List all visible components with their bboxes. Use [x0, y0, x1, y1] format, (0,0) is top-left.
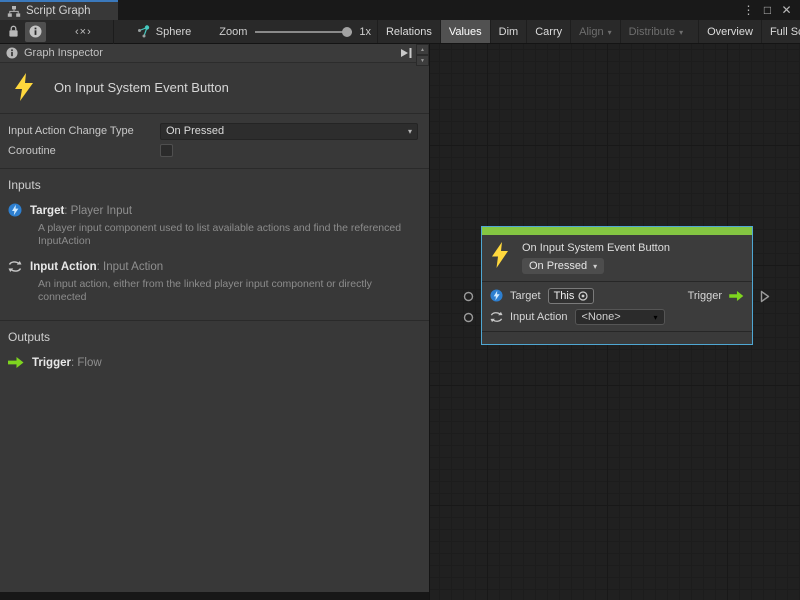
- info-icon: [6, 47, 18, 59]
- tab-script-graph[interactable]: Script Graph: [0, 0, 118, 20]
- chevron-down-icon: ▾: [679, 29, 683, 37]
- graph-context-label: Sphere: [156, 26, 191, 38]
- window-close-icon[interactable]: ✕: [779, 1, 794, 19]
- input-port-target: Target: Player Input A player input comp…: [8, 201, 421, 248]
- port-type: : Flow: [71, 357, 102, 369]
- graph-canvas[interactable]: On Input System Event Button On Pressed …: [430, 44, 800, 600]
- scroll-up-button[interactable]: ▲: [416, 44, 429, 55]
- toolbar-button-distribute[interactable]: Distribute ▾: [620, 20, 691, 43]
- window-menu-icon[interactable]: ⋮: [741, 1, 756, 19]
- node-footer: [482, 332, 752, 344]
- node-row-label: Target: [510, 290, 541, 302]
- node-title: On Input System Event Button: [522, 240, 670, 254]
- trigger-output-port[interactable]: [760, 290, 770, 303]
- zoom-slider-track[interactable]: [255, 31, 352, 33]
- script-graph-window: Script Graph ⋮ □ ✕: [0, 0, 800, 600]
- node-output-label: Trigger: [688, 290, 722, 302]
- node-header[interactable]: On Input System Event Button On Pressed …: [482, 235, 752, 282]
- self-target-icon: [578, 291, 588, 301]
- scroll-down-button[interactable]: ▼: [416, 55, 429, 66]
- toolbar-button-align[interactable]: Align ▾: [570, 20, 619, 43]
- chevron-down-icon: ▾: [608, 29, 612, 37]
- chevron-down-icon: ▾: [593, 263, 597, 271]
- toolbar-button-fullscreen[interactable]: Full Screen: [761, 20, 800, 43]
- node-accent-bar: [482, 227, 752, 235]
- toolbar-button-relations[interactable]: Relations: [377, 20, 440, 43]
- zoom-slider[interactable]: [255, 22, 352, 42]
- scroll-up-icon: ▲: [420, 47, 425, 53]
- node-row-target: Target This Trigger: [490, 285, 744, 306]
- input-port-input-action: Input Action: Input Action An input acti…: [8, 257, 421, 304]
- toolbar-button-dim[interactable]: Dim: [490, 20, 527, 43]
- unit-title: On Input System Event Button: [54, 80, 229, 95]
- window-maximize-icon[interactable]: □: [760, 1, 775, 19]
- graph-icon: [7, 5, 21, 18]
- toolbar-button-carry[interactable]: Carry: [526, 20, 570, 43]
- event-bolt-icon: [12, 73, 36, 101]
- event-node[interactable]: On Input System Event Button On Pressed …: [481, 226, 753, 345]
- toolbar: ‹×› Sphere Zoom 1x: [0, 20, 800, 44]
- titlebar-spacer: [118, 0, 741, 20]
- inspector-scroll-strip: ▲ ▼: [416, 44, 429, 66]
- flow-arrow-icon: [729, 291, 744, 301]
- graph-context-icon: [136, 24, 151, 39]
- toolbar-divider: [113, 20, 114, 44]
- zoom-value: 1x: [359, 26, 371, 38]
- port-description: A player input component used to list av…: [38, 222, 421, 248]
- player-input-icon: [490, 289, 503, 302]
- graph-inspector-panel: Graph Inspector ▲ ▼ On Input System Even…: [0, 44, 430, 600]
- chevron-down-icon: ▾: [408, 128, 412, 136]
- inspector-header: Graph Inspector: [0, 44, 429, 63]
- output-port-trigger: Trigger: Flow: [8, 353, 421, 371]
- port-description: An input action, either from the linked …: [38, 278, 421, 304]
- unit-title-block: On Input System Event Button: [0, 63, 429, 114]
- port-name: Target: [30, 205, 64, 217]
- target-input-port[interactable]: [463, 291, 474, 302]
- code-view-button[interactable]: ‹×›: [71, 22, 96, 42]
- graph-context-button[interactable]: Sphere: [130, 24, 197, 39]
- port-type: : Input Action: [97, 261, 164, 273]
- zoom-label: Zoom: [219, 26, 247, 38]
- node-mode-dropdown[interactable]: On Pressed ▾: [522, 258, 604, 274]
- node-body: Target This Trigger: [482, 282, 752, 332]
- tab-label: Script Graph: [26, 5, 91, 17]
- inspector-title: Graph Inspector: [24, 47, 400, 59]
- scroll-down-icon: ▼: [420, 58, 425, 64]
- inputs-heading: Inputs: [8, 178, 421, 192]
- titlebar: Script Graph ⋮ □ ✕: [0, 0, 800, 20]
- target-value-chip[interactable]: This: [548, 288, 595, 304]
- input-action-dropdown[interactable]: <None> ▾: [575, 309, 665, 325]
- code-icon: ‹×›: [75, 26, 92, 38]
- outputs-heading: Outputs: [8, 330, 421, 344]
- field-label-change-type: Input Action Change Type: [8, 125, 160, 137]
- fields-block: Input Action Change Type On Pressed ▾ Co…: [0, 114, 429, 169]
- lock-icon: [8, 25, 19, 38]
- outputs-section: Outputs Trigger: Flow: [0, 321, 429, 383]
- port-name: Input Action: [30, 261, 97, 273]
- field-label-coroutine: Coroutine: [8, 145, 160, 157]
- port-type: : Player Input: [64, 205, 132, 217]
- flow-arrow-icon: [8, 357, 24, 368]
- toolbar-button-values[interactable]: Values: [440, 20, 490, 43]
- input-action-icon: [8, 260, 22, 273]
- coroutine-checkbox[interactable]: [160, 144, 173, 157]
- port-name: Trigger: [32, 357, 71, 369]
- change-type-dropdown[interactable]: On Pressed ▾: [160, 123, 418, 140]
- player-input-icon: [8, 203, 22, 217]
- zoom-slider-handle[interactable]: [342, 27, 352, 37]
- toolbar-button-overview[interactable]: Overview: [698, 20, 761, 43]
- panel-bottom-strip: [0, 592, 429, 600]
- input-action-input-port[interactable]: [463, 312, 474, 323]
- node-row-input-action: Input Action <None> ▾: [490, 306, 744, 327]
- input-action-icon: [490, 311, 503, 323]
- lock-button[interactable]: [4, 22, 23, 42]
- info-icon: [29, 25, 42, 38]
- chevron-down-icon: ▾: [653, 314, 657, 322]
- inputs-section: Inputs Target: Player Input A player inp…: [0, 169, 429, 321]
- event-bolt-icon: [490, 242, 510, 268]
- inspector-toggle-button[interactable]: [25, 22, 46, 42]
- dock-panel-icon[interactable]: [400, 47, 413, 59]
- node-row-label: Input Action: [510, 311, 568, 323]
